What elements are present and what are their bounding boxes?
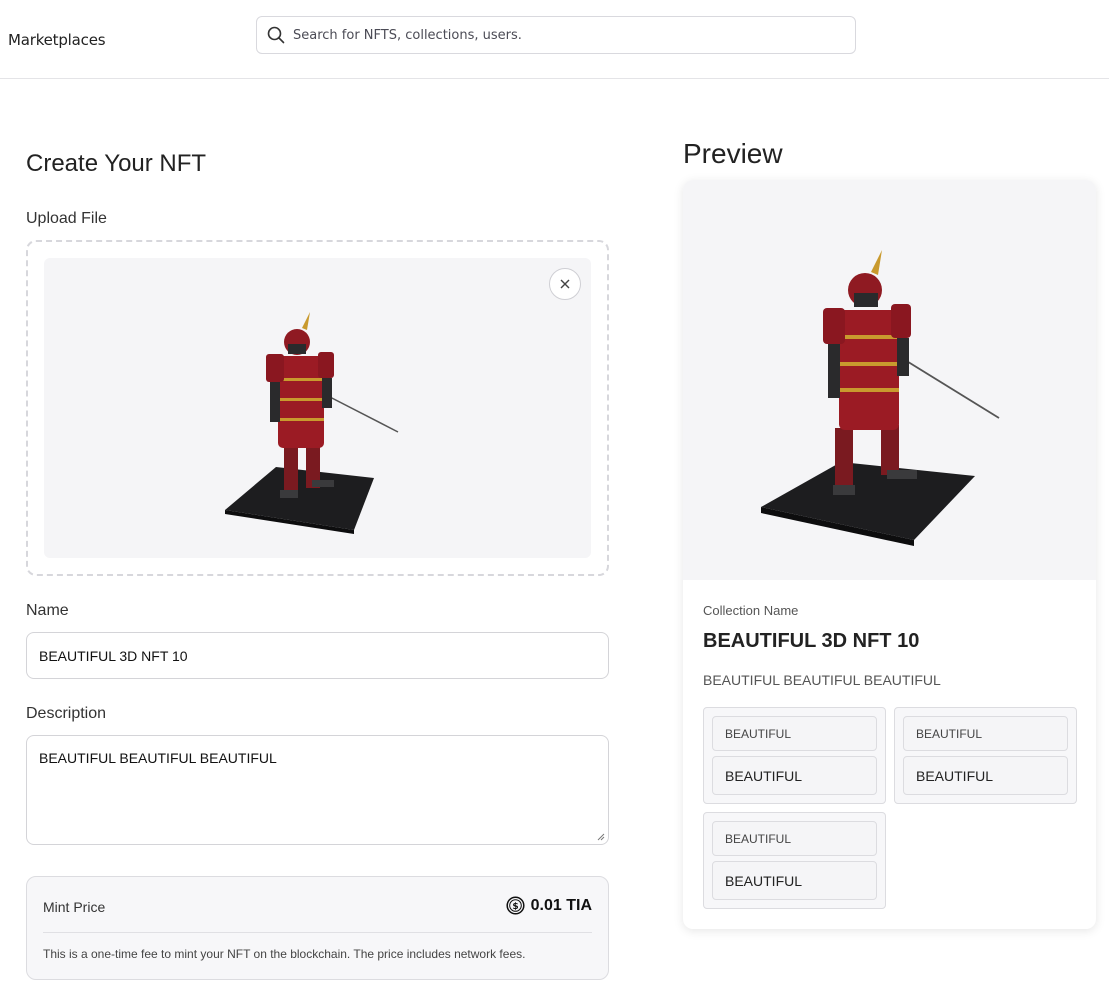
search-icon (259, 17, 293, 53)
attribute-value: BEAUTIFUL (712, 756, 877, 795)
collection-name: Collection Name (703, 603, 799, 618)
close-icon (560, 279, 570, 289)
attribute-value: BEAUTIFUL (903, 756, 1068, 795)
preview-image (683, 180, 1096, 580)
top-bar: Marketplaces (0, 0, 1109, 79)
attribute-card: BEAUTIFUL BEAUTIFUL (703, 812, 886, 909)
preview-title: Preview (683, 138, 783, 169)
coin-icon: $ (506, 896, 525, 915)
search-input[interactable] (293, 27, 813, 43)
mint-note: This is a one-time fee to mint your NFT … (43, 947, 526, 961)
resize-handle-icon[interactable] (597, 833, 605, 841)
mint-price-panel: Mint Price $ 0.01 TIA This is a one-time… (26, 876, 609, 980)
upload-label: Upload File (26, 210, 107, 227)
samurai-model-image (761, 250, 1000, 546)
svg-text:$: $ (512, 902, 518, 912)
samurai-model-image (225, 312, 399, 534)
nft-name: BEAUTIFUL 3D NFT 10 (703, 630, 920, 652)
name-input[interactable]: BEAUTIFUL 3D NFT 10 (26, 632, 609, 679)
remove-file-button[interactable] (549, 268, 581, 300)
page-title: Create Your NFT (26, 150, 207, 177)
search-box[interactable] (256, 16, 856, 54)
description-text: BEAUTIFUL BEAUTIFUL BEAUTIFUL (39, 750, 277, 766)
upload-preview (44, 258, 591, 558)
brand-link[interactable]: Marketplaces (8, 31, 106, 49)
attribute-trait: BEAUTIFUL (712, 716, 877, 751)
mint-divider (43, 932, 592, 933)
attribute-trait: BEAUTIFUL (903, 716, 1068, 751)
description-textarea[interactable]: BEAUTIFUL BEAUTIFUL BEAUTIFUL (26, 735, 609, 845)
attribute-card: BEAUTIFUL BEAUTIFUL (703, 707, 886, 804)
attribute-trait: BEAUTIFUL (712, 821, 877, 856)
preview-card: Collection Name BEAUTIFUL 3D NFT 10 BEAU… (683, 180, 1096, 929)
attribute-value: BEAUTIFUL (712, 861, 877, 900)
mint-price-label: Mint Price (43, 899, 106, 915)
upload-dropzone[interactable] (26, 240, 609, 576)
mint-price-value: 0.01 TIA (530, 896, 592, 914)
description-label: Description (26, 705, 107, 722)
attribute-card: BEAUTIFUL BEAUTIFUL (894, 707, 1077, 804)
mint-price: $ 0.01 TIA (506, 896, 592, 915)
name-label: Name (26, 602, 69, 619)
nft-description: BEAUTIFUL BEAUTIFUL BEAUTIFUL (703, 672, 941, 688)
